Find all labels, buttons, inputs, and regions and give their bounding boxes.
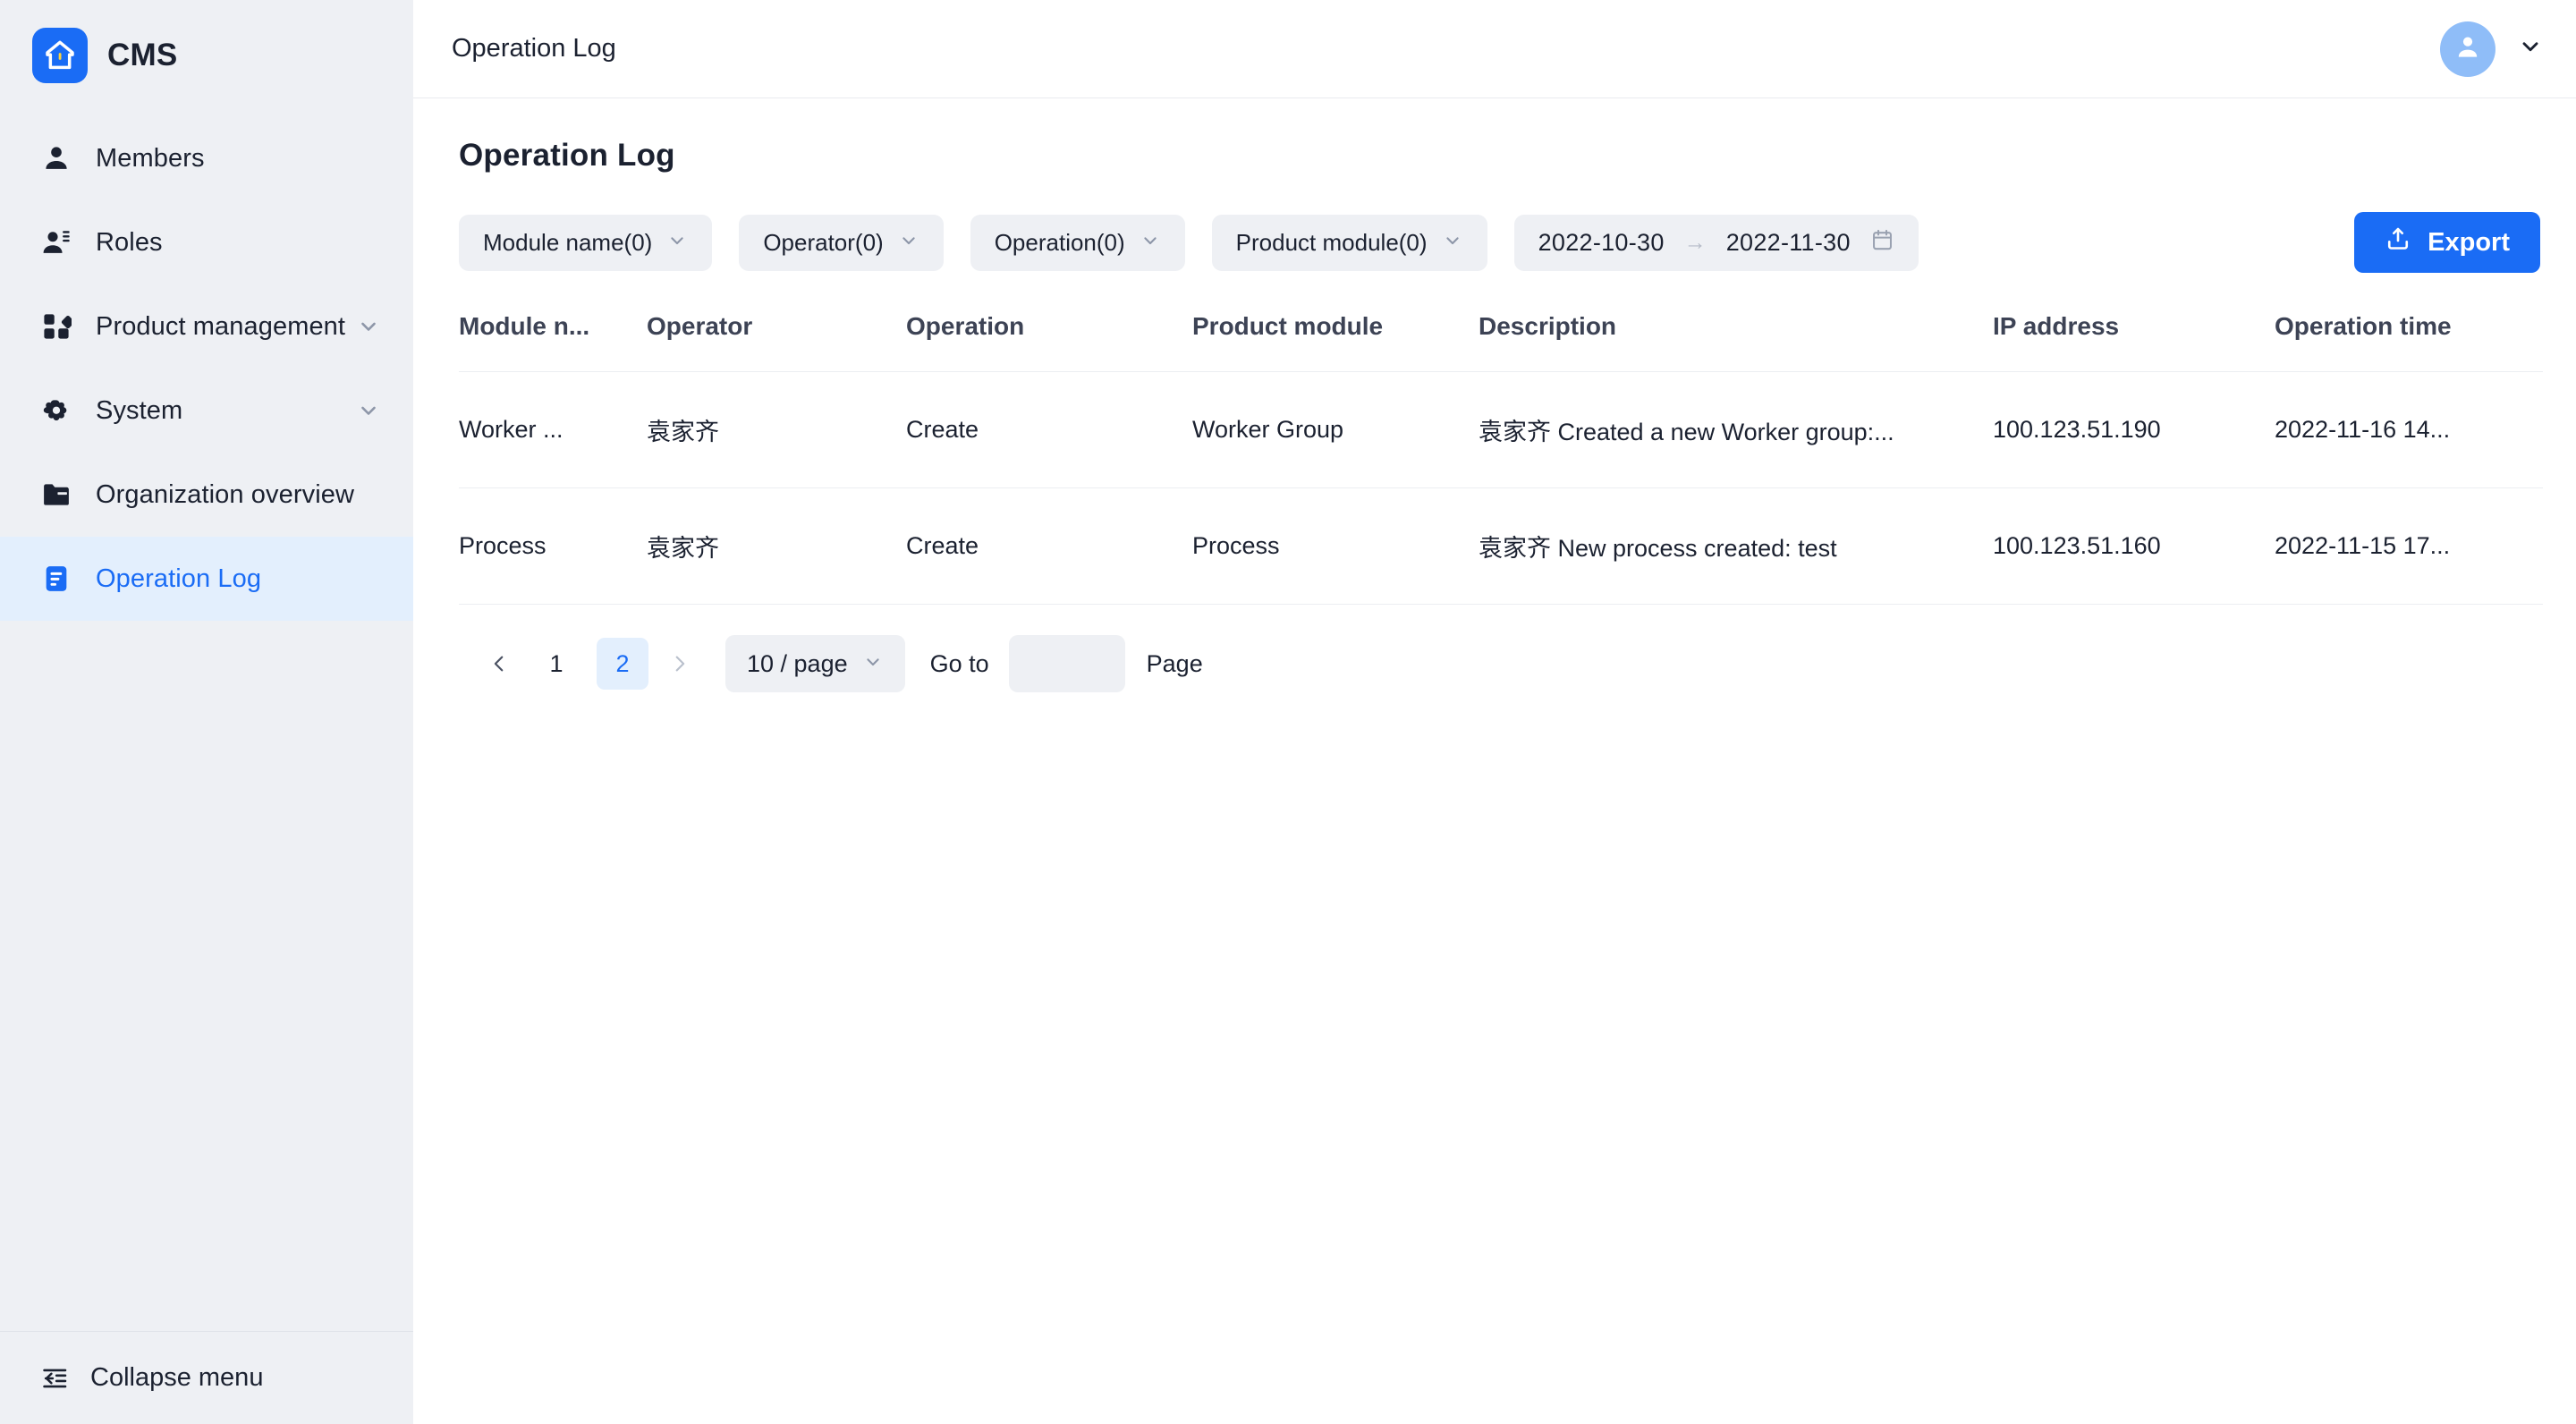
- gear-icon: [38, 393, 74, 428]
- date-range-picker[interactable]: 2022-10-30 → 2022-11-30: [1513, 214, 1919, 271]
- column-header-operator[interactable]: Operator: [647, 312, 906, 372]
- column-header-module-name[interactable]: Module n...: [459, 312, 647, 372]
- sidebar-item-operation-log[interactable]: Operation Log: [0, 537, 413, 621]
- export-upload-icon: [2385, 225, 2411, 259]
- operation-log-table: Module n... Operator Operation Product m…: [459, 312, 2543, 605]
- filter-label: Module name(0): [483, 228, 653, 256]
- page-title: Operation Log: [459, 138, 675, 173]
- filter-operator[interactable]: Operator(0): [739, 214, 944, 271]
- sidebar-item-label: Operation Log: [96, 564, 262, 593]
- column-header-product-module[interactable]: Product module: [1192, 312, 1479, 372]
- sidebar-item-roles[interactable]: Roles: [0, 200, 413, 284]
- table-row[interactable]: Worker ... 袁家齐 Create Worker Group 袁家齐 C…: [459, 372, 2543, 488]
- person-icon: [38, 140, 74, 176]
- cell-module-name: Process: [459, 532, 547, 559]
- cell-operator: 袁家齐: [647, 419, 719, 445]
- sidebar-nav: Members Roles Product management System …: [0, 111, 413, 621]
- document-lines-icon: [38, 561, 74, 597]
- filter-product-module[interactable]: Product module(0): [1211, 214, 1487, 271]
- breadcrumb: Operation Log: [452, 34, 616, 63]
- cell-product-module: Process: [1192, 532, 1280, 559]
- user-avatar-icon: [2453, 31, 2483, 66]
- goto-label: Go to: [929, 649, 989, 677]
- topbar-right: [2440, 21, 2544, 77]
- goto-page-input[interactable]: [1008, 635, 1125, 692]
- table-header-row: Module n... Operator Operation Product m…: [459, 312, 2543, 372]
- export-button[interactable]: Export: [2354, 212, 2540, 273]
- grid-blocks-icon: [38, 309, 74, 344]
- page-size-label: 10 / page: [747, 649, 848, 677]
- column-header-description[interactable]: Description: [1479, 312, 1993, 372]
- export-button-label: Export: [2428, 227, 2510, 257]
- date-range-end[interactable]: 2022-11-30: [1726, 229, 1851, 257]
- cell-description: 袁家齐 New process created: test: [1479, 535, 1837, 562]
- cell-operation-time: 2022-11-15 17...: [2275, 532, 2451, 559]
- page-size-select[interactable]: 10 / page: [725, 635, 905, 692]
- chevron-down-icon[interactable]: [2517, 33, 2544, 64]
- pagination-page-2[interactable]: 2: [597, 638, 648, 690]
- chevron-down-icon: [862, 651, 884, 677]
- sidebar-item-product-management[interactable]: Product management: [0, 284, 413, 369]
- sidebar-item-label: Organization overview: [96, 479, 355, 509]
- chevron-down-icon: [666, 230, 688, 256]
- cell-ip-address: 100.123.51.190: [1993, 416, 2161, 443]
- collapse-menu-icon: [38, 1362, 71, 1394]
- app-root: CMS Members Roles Product management Sys…: [0, 0, 2576, 1424]
- pagination-prev[interactable]: [475, 638, 523, 690]
- home-logo-icon: [32, 28, 88, 83]
- brand-name: CMS: [107, 38, 178, 72]
- filter-label: Operation(0): [994, 228, 1125, 256]
- cell-operator: 袁家齐: [647, 535, 719, 562]
- filter-module-name[interactable]: Module name(0): [459, 214, 713, 271]
- table-body: Worker ... 袁家齐 Create Worker Group 袁家齐 C…: [459, 372, 2543, 605]
- cell-description: 袁家齐 Created a new Worker group:...: [1479, 419, 1894, 445]
- cell-operation-time: 2022-11-16 14...: [2275, 416, 2451, 443]
- sidebar-item-label: System: [96, 395, 183, 425]
- date-range-separator: →: [1683, 229, 1707, 255]
- calendar-icon: [1870, 228, 1894, 257]
- page-content: Operation Log Module name(0) Operator(0): [413, 98, 2576, 1424]
- sidebar-item-label: Product management: [96, 311, 346, 341]
- chevron-down-icon: [1140, 230, 1161, 256]
- cell-product-module: Worker Group: [1192, 416, 1344, 443]
- cell-ip-address: 100.123.51.160: [1993, 532, 2161, 559]
- sidebar-item-organization-overview[interactable]: Organization overview: [0, 453, 413, 537]
- table-head: Module n... Operator Operation Product m…: [459, 312, 2543, 372]
- sidebar-item-label: Members: [96, 143, 205, 173]
- table-row[interactable]: Process 袁家齐 Create Process 袁家齐 New proce…: [459, 488, 2543, 605]
- chevron-down-icon[interactable]: [356, 398, 381, 423]
- column-header-operation-time[interactable]: Operation time: [2275, 312, 2543, 372]
- cell-module-name: Worker ...: [459, 416, 564, 443]
- sidebar-item-members[interactable]: Members: [0, 116, 413, 200]
- main-area: Operation Log Operation Log Module name(…: [413, 0, 2576, 1424]
- avatar[interactable]: [2440, 21, 2496, 77]
- pagination-next[interactable]: [656, 638, 704, 690]
- column-header-ip-address[interactable]: IP address: [1993, 312, 2275, 372]
- chevron-down-icon: [898, 230, 919, 256]
- filter-bar: Module name(0) Operator(0) Operation(0): [459, 212, 2540, 273]
- filter-label: Operator(0): [763, 228, 884, 256]
- person-list-icon: [38, 225, 74, 260]
- sidebar-item-system[interactable]: System: [0, 369, 413, 453]
- filter-operation[interactable]: Operation(0): [970, 214, 1185, 271]
- sidebar-item-label: Roles: [96, 227, 163, 257]
- cell-operation: Create: [906, 416, 979, 443]
- pagination-page-1[interactable]: 1: [530, 638, 582, 690]
- pagination: 1 2 10 / page Go to Page: [459, 605, 2540, 692]
- folder-icon: [38, 477, 74, 513]
- column-header-operation[interactable]: Operation: [906, 312, 1192, 372]
- brand[interactable]: CMS: [0, 0, 413, 111]
- topbar: Operation Log: [413, 0, 2576, 98]
- page-suffix-label: Page: [1146, 649, 1203, 677]
- date-range-start[interactable]: 2022-10-30: [1538, 229, 1665, 257]
- sidebar: CMS Members Roles Product management Sys…: [0, 0, 413, 1424]
- filter-label: Product module(0): [1235, 228, 1428, 256]
- chevron-down-icon[interactable]: [356, 314, 381, 339]
- collapse-menu-button[interactable]: Collapse menu: [0, 1331, 413, 1424]
- collapse-menu-label: Collapse menu: [90, 1363, 264, 1392]
- cell-operation: Create: [906, 532, 979, 559]
- chevron-down-icon: [1442, 230, 1463, 256]
